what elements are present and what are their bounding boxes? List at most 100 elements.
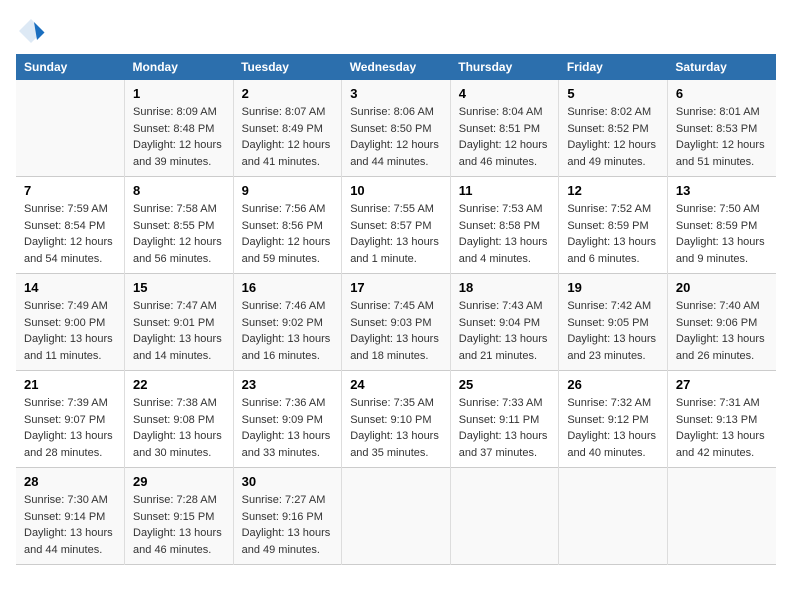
calendar-cell: 12 Sunrise: 7:52 AM Sunset: 8:59 PM Dayl…: [559, 177, 668, 274]
sunrise-text: Sunrise: 7:50 AM: [676, 201, 768, 218]
calendar-cell: 30 Sunrise: 7:27 AM Sunset: 9:16 PM Dayl…: [233, 468, 342, 565]
day-number: 26: [567, 377, 659, 392]
sunrise-text: Sunrise: 7:35 AM: [350, 395, 442, 412]
day-number: 12: [567, 183, 659, 198]
column-header-tuesday: Tuesday: [233, 54, 342, 80]
column-header-friday: Friday: [559, 54, 668, 80]
day-number: 18: [459, 280, 551, 295]
daylight-text: Daylight: 12 hours and 46 minutes.: [459, 137, 551, 170]
day-number: 28: [24, 474, 116, 489]
week-row: 1 Sunrise: 8:09 AM Sunset: 8:48 PM Dayli…: [16, 80, 776, 177]
daylight-text: Daylight: 13 hours and 11 minutes.: [24, 331, 116, 364]
day-info: Sunrise: 7:47 AM Sunset: 9:01 PM Dayligh…: [133, 298, 225, 364]
sunrise-text: Sunrise: 7:27 AM: [242, 492, 334, 509]
sunrise-text: Sunrise: 8:07 AM: [242, 104, 334, 121]
week-row: 7 Sunrise: 7:59 AM Sunset: 8:54 PM Dayli…: [16, 177, 776, 274]
calendar-cell: 21 Sunrise: 7:39 AM Sunset: 9:07 PM Dayl…: [16, 371, 125, 468]
day-info: Sunrise: 7:59 AM Sunset: 8:54 PM Dayligh…: [24, 201, 116, 267]
week-row: 28 Sunrise: 7:30 AM Sunset: 9:14 PM Dayl…: [16, 468, 776, 565]
header-row: SundayMondayTuesdayWednesdayThursdayFrid…: [16, 54, 776, 80]
day-number: 17: [350, 280, 442, 295]
day-number: 7: [24, 183, 116, 198]
sunset-text: Sunset: 8:56 PM: [242, 218, 334, 235]
sunset-text: Sunset: 9:10 PM: [350, 412, 442, 429]
sunrise-text: Sunrise: 7:49 AM: [24, 298, 116, 315]
sunset-text: Sunset: 8:59 PM: [567, 218, 659, 235]
sunrise-text: Sunrise: 7:53 AM: [459, 201, 551, 218]
day-info: Sunrise: 7:40 AM Sunset: 9:06 PM Dayligh…: [676, 298, 768, 364]
day-number: 15: [133, 280, 225, 295]
daylight-text: Daylight: 13 hours and 4 minutes.: [459, 234, 551, 267]
calendar-cell: 3 Sunrise: 8:06 AM Sunset: 8:50 PM Dayli…: [342, 80, 451, 177]
day-info: Sunrise: 7:27 AM Sunset: 9:16 PM Dayligh…: [242, 492, 334, 558]
sunset-text: Sunset: 8:49 PM: [242, 121, 334, 138]
day-info: Sunrise: 7:53 AM Sunset: 8:58 PM Dayligh…: [459, 201, 551, 267]
sunset-text: Sunset: 9:02 PM: [242, 315, 334, 332]
sunrise-text: Sunrise: 7:28 AM: [133, 492, 225, 509]
day-info: Sunrise: 7:31 AM Sunset: 9:13 PM Dayligh…: [676, 395, 768, 461]
week-row: 21 Sunrise: 7:39 AM Sunset: 9:07 PM Dayl…: [16, 371, 776, 468]
column-header-thursday: Thursday: [450, 54, 559, 80]
daylight-text: Daylight: 13 hours and 40 minutes.: [567, 428, 659, 461]
calendar-cell: 25 Sunrise: 7:33 AM Sunset: 9:11 PM Dayl…: [450, 371, 559, 468]
daylight-text: Daylight: 12 hours and 44 minutes.: [350, 137, 442, 170]
calendar-cell: 7 Sunrise: 7:59 AM Sunset: 8:54 PM Dayli…: [16, 177, 125, 274]
sunrise-text: Sunrise: 7:42 AM: [567, 298, 659, 315]
sunrise-text: Sunrise: 8:09 AM: [133, 104, 225, 121]
calendar-cell: 1 Sunrise: 8:09 AM Sunset: 8:48 PM Dayli…: [125, 80, 234, 177]
sunset-text: Sunset: 8:58 PM: [459, 218, 551, 235]
day-number: 20: [676, 280, 768, 295]
sunrise-text: Sunrise: 8:01 AM: [676, 104, 768, 121]
sunrise-text: Sunrise: 7:32 AM: [567, 395, 659, 412]
day-number: 8: [133, 183, 225, 198]
sunset-text: Sunset: 8:54 PM: [24, 218, 116, 235]
daylight-text: Daylight: 12 hours and 56 minutes.: [133, 234, 225, 267]
day-info: Sunrise: 8:04 AM Sunset: 8:51 PM Dayligh…: [459, 104, 551, 170]
day-number: 5: [567, 86, 659, 101]
day-info: Sunrise: 7:50 AM Sunset: 8:59 PM Dayligh…: [676, 201, 768, 267]
calendar-cell: [16, 80, 125, 177]
logo: [16, 16, 50, 46]
day-number: 2: [242, 86, 334, 101]
calendar-cell: 20 Sunrise: 7:40 AM Sunset: 9:06 PM Dayl…: [667, 274, 776, 371]
daylight-text: Daylight: 12 hours and 59 minutes.: [242, 234, 334, 267]
calendar-cell: [667, 468, 776, 565]
sunset-text: Sunset: 9:06 PM: [676, 315, 768, 332]
sunrise-text: Sunrise: 8:04 AM: [459, 104, 551, 121]
day-info: Sunrise: 7:39 AM Sunset: 9:07 PM Dayligh…: [24, 395, 116, 461]
daylight-text: Daylight: 12 hours and 49 minutes.: [567, 137, 659, 170]
day-number: 16: [242, 280, 334, 295]
day-number: 19: [567, 280, 659, 295]
calendar-cell: 5 Sunrise: 8:02 AM Sunset: 8:52 PM Dayli…: [559, 80, 668, 177]
calendar-cell: [342, 468, 451, 565]
calendar-cell: 19 Sunrise: 7:42 AM Sunset: 9:05 PM Dayl…: [559, 274, 668, 371]
day-info: Sunrise: 7:28 AM Sunset: 9:15 PM Dayligh…: [133, 492, 225, 558]
sunset-text: Sunset: 9:08 PM: [133, 412, 225, 429]
sunset-text: Sunset: 9:00 PM: [24, 315, 116, 332]
day-info: Sunrise: 7:32 AM Sunset: 9:12 PM Dayligh…: [567, 395, 659, 461]
sunset-text: Sunset: 8:55 PM: [133, 218, 225, 235]
daylight-text: Daylight: 12 hours and 54 minutes.: [24, 234, 116, 267]
day-info: Sunrise: 8:09 AM Sunset: 8:48 PM Dayligh…: [133, 104, 225, 170]
day-info: Sunrise: 7:30 AM Sunset: 9:14 PM Dayligh…: [24, 492, 116, 558]
daylight-text: Daylight: 13 hours and 26 minutes.: [676, 331, 768, 364]
day-info: Sunrise: 7:56 AM Sunset: 8:56 PM Dayligh…: [242, 201, 334, 267]
day-number: 4: [459, 86, 551, 101]
sunrise-text: Sunrise: 8:06 AM: [350, 104, 442, 121]
sunrise-text: Sunrise: 7:59 AM: [24, 201, 116, 218]
sunrise-text: Sunrise: 7:46 AM: [242, 298, 334, 315]
calendar-cell: 6 Sunrise: 8:01 AM Sunset: 8:53 PM Dayli…: [667, 80, 776, 177]
column-header-wednesday: Wednesday: [342, 54, 451, 80]
sunset-text: Sunset: 9:12 PM: [567, 412, 659, 429]
sunrise-text: Sunrise: 7:30 AM: [24, 492, 116, 509]
sunset-text: Sunset: 9:09 PM: [242, 412, 334, 429]
sunset-text: Sunset: 9:05 PM: [567, 315, 659, 332]
sunset-text: Sunset: 8:53 PM: [676, 121, 768, 138]
sunrise-text: Sunrise: 7:39 AM: [24, 395, 116, 412]
calendar-cell: 4 Sunrise: 8:04 AM Sunset: 8:51 PM Dayli…: [450, 80, 559, 177]
calendar-cell: 9 Sunrise: 7:56 AM Sunset: 8:56 PM Dayli…: [233, 177, 342, 274]
sunset-text: Sunset: 9:13 PM: [676, 412, 768, 429]
day-info: Sunrise: 8:01 AM Sunset: 8:53 PM Dayligh…: [676, 104, 768, 170]
sunrise-text: Sunrise: 7:47 AM: [133, 298, 225, 315]
sunset-text: Sunset: 9:03 PM: [350, 315, 442, 332]
